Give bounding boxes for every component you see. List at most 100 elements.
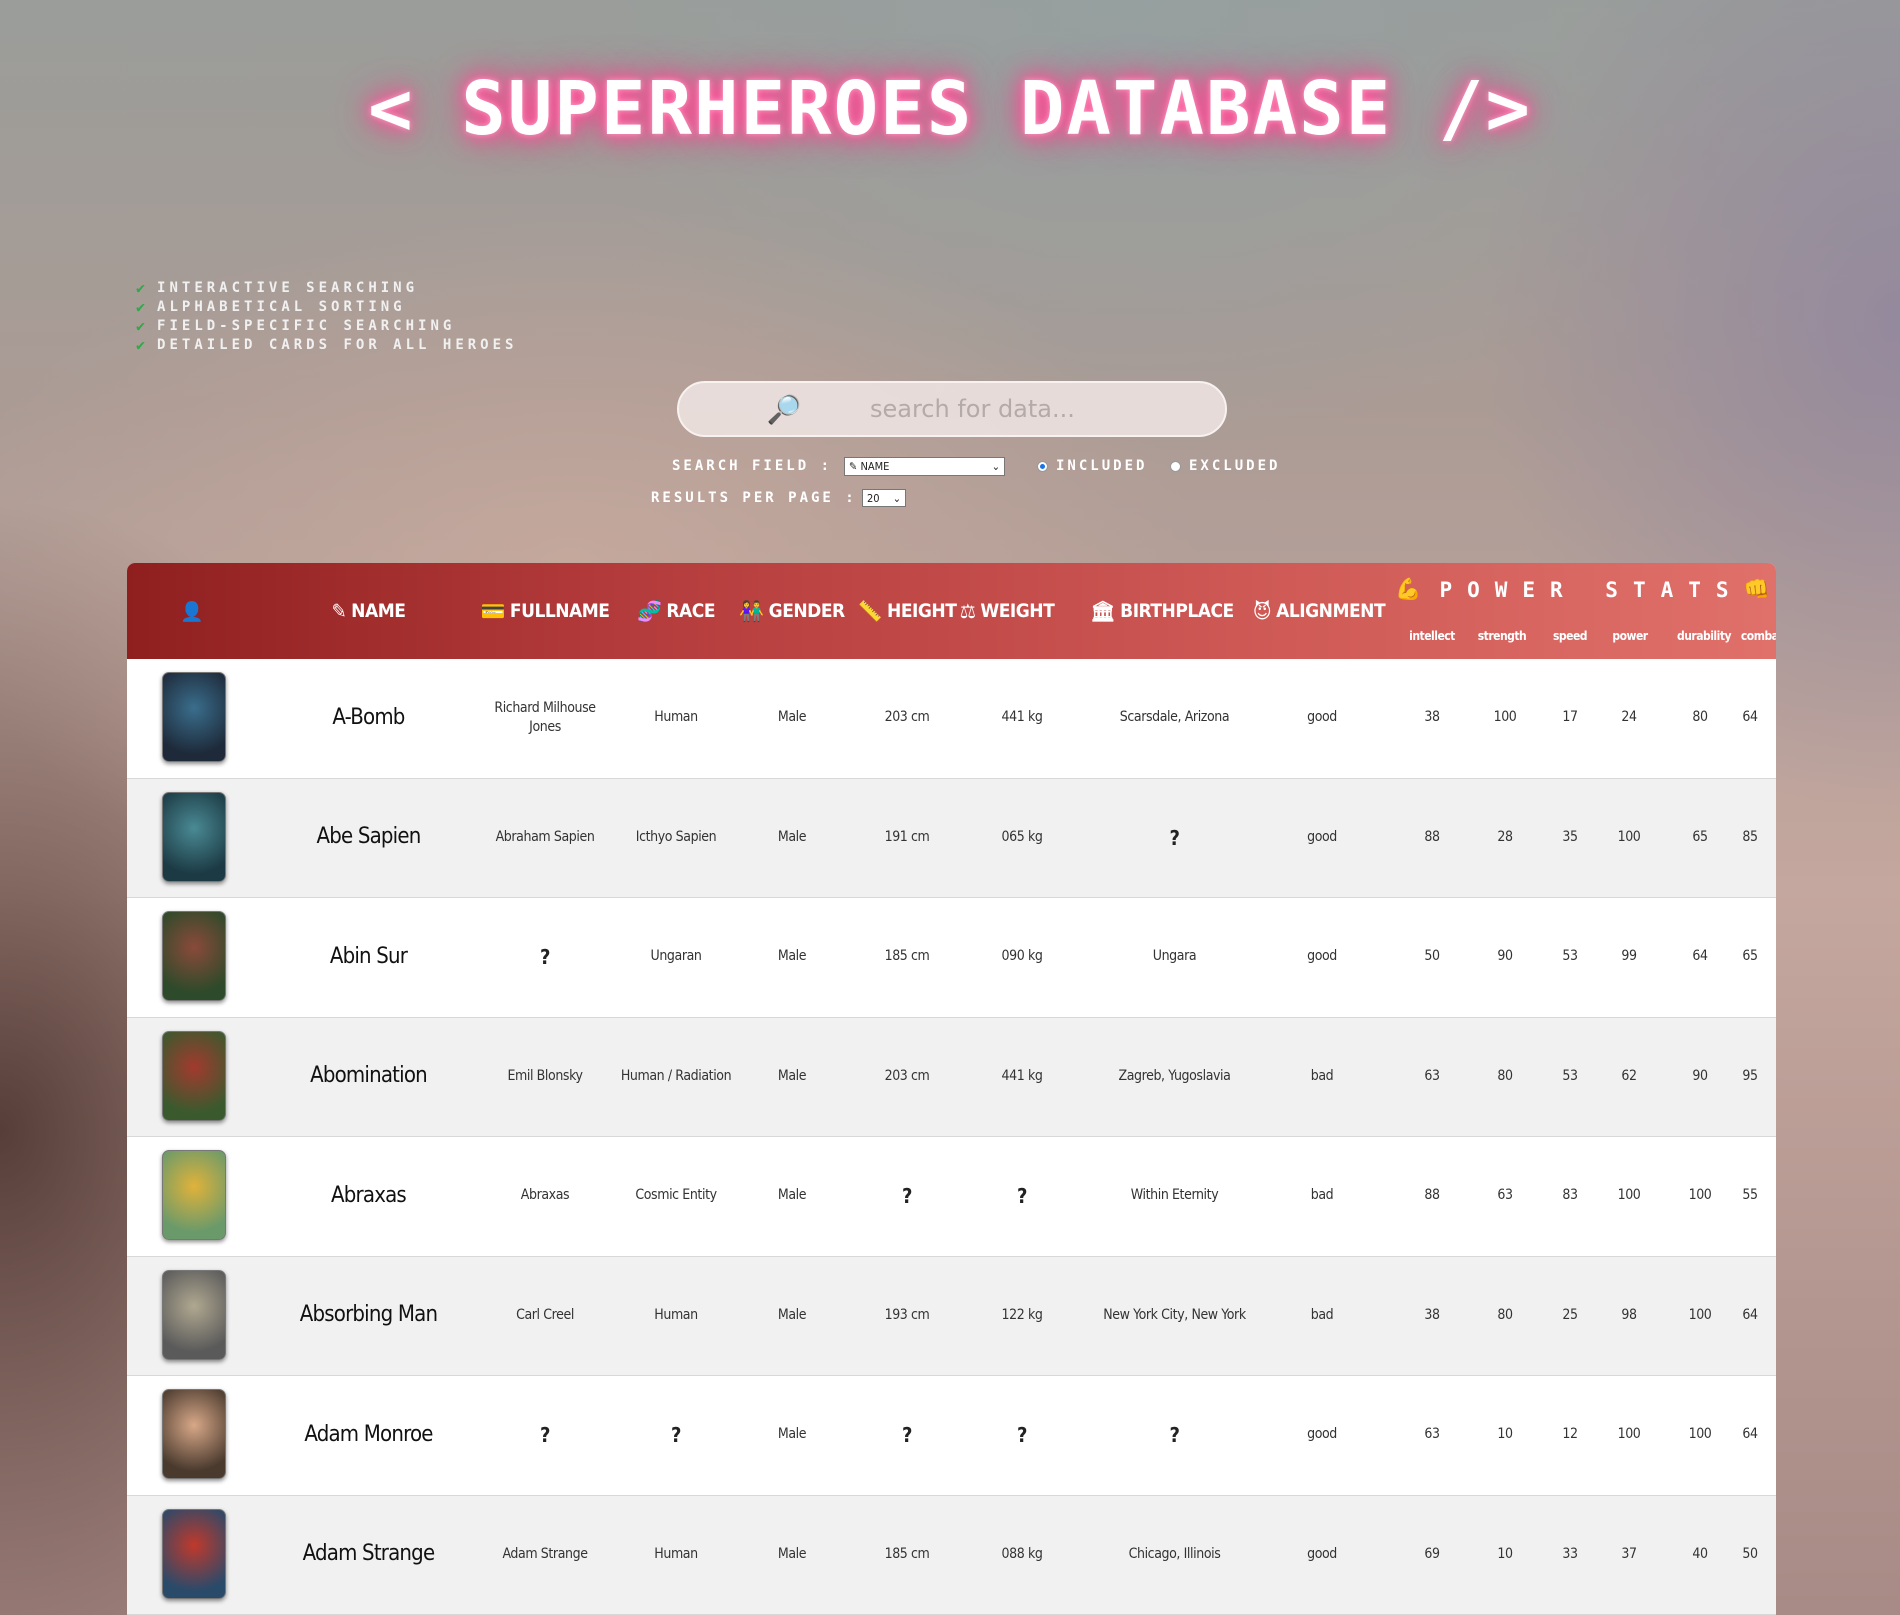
hero-avatar[interactable] xyxy=(162,911,226,1001)
hero-height: 185 cm xyxy=(884,1545,930,1562)
table-row[interactable]: Adam Monroe?? Male??? good 63 10 12 100 100 64 xyxy=(127,1376,1776,1496)
hero-race: ? xyxy=(670,1423,682,1448)
sort-fullname-header[interactable]: 💳 FULLNAME xyxy=(480,563,610,659)
pencil-icon: ✎ xyxy=(849,460,858,473)
search-input[interactable] xyxy=(807,395,1138,423)
hero-weight: 441 kg xyxy=(1001,1067,1043,1084)
hero-gender: Male xyxy=(777,1067,807,1084)
table-row[interactable]: Abomination Emil Blonsky Human / Radiation… xyxy=(127,1017,1776,1137)
sort-height-header[interactable]: 📏 HEIGHT xyxy=(842,563,972,659)
hero-avatar[interactable] xyxy=(162,1150,226,1240)
hero-alignment: good xyxy=(1307,948,1337,965)
hero-fullname: Richard Milhouse Jones xyxy=(494,699,596,736)
avatar-column-icon[interactable]: 👤 xyxy=(127,563,257,659)
hero-name: Adam Monroe xyxy=(304,1421,433,1447)
check-icon: ✔ xyxy=(136,278,146,297)
stat-combat: 95 xyxy=(1742,1067,1758,1084)
stat-speed: 83 xyxy=(1562,1187,1578,1204)
search-field-label: SEARCH FIELD : xyxy=(672,458,833,474)
chevron-down-icon: ⌄ xyxy=(991,460,1000,473)
stat-power: 100 xyxy=(1617,1426,1641,1443)
check-icon: ✔ xyxy=(136,335,146,354)
stat-strength: 80 xyxy=(1497,1306,1513,1323)
stat-intellect: 63 xyxy=(1424,1426,1440,1443)
sort-race-header[interactable]: 🧬 RACE xyxy=(610,563,742,659)
stat-speed: 12 xyxy=(1562,1426,1578,1443)
stat-speed: 53 xyxy=(1562,948,1578,965)
stat-speed: 25 xyxy=(1562,1306,1578,1323)
stat-combat: 64 xyxy=(1742,709,1758,726)
hero-weight: 441 kg xyxy=(1001,709,1043,726)
stat-combat: 64 xyxy=(1742,1306,1758,1323)
sort-gender-header[interactable]: 👫 GENDER xyxy=(739,563,845,659)
hero-height: 203 cm xyxy=(884,709,930,726)
hero-race: Cosmic Entity xyxy=(635,1187,717,1204)
id-card-icon: 💳 xyxy=(480,599,506,623)
scales-icon: ⚖ xyxy=(959,599,976,623)
table-row[interactable]: Adam Strange Adam Strange Human Male 185 cm 0… xyxy=(127,1495,1776,1615)
sort-name-header[interactable]: ✎ NAME xyxy=(257,563,480,659)
stat-power: 98 xyxy=(1621,1306,1637,1323)
heroes-table: 👤 ✎ NAME 💳 FULLNAME 🧬 RACE 👫 GENDER 📏 HEIGHT … xyxy=(127,563,1776,1615)
hero-alignment: good xyxy=(1307,828,1337,845)
hero-weight: ? xyxy=(1016,1423,1028,1448)
hero-race: Human xyxy=(654,1545,698,1562)
stat-intellect: 38 xyxy=(1424,1306,1440,1323)
hero-race: Icthyo Sapien xyxy=(635,828,717,845)
check-icon: ✔ xyxy=(136,297,146,316)
dna-icon: 🧬 xyxy=(636,599,662,623)
excluded-radio[interactable]: EXCLUDED xyxy=(1170,458,1280,474)
hero-name: A-Bomb xyxy=(332,704,405,730)
people-icon: 👫 xyxy=(739,599,764,623)
stat-speed: 33 xyxy=(1562,1545,1578,1562)
hero-avatar[interactable] xyxy=(162,1389,226,1479)
hero-fullname: Abraxas xyxy=(520,1187,570,1204)
hero-avatar[interactable] xyxy=(162,791,226,882)
hero-avatar[interactable] xyxy=(162,1508,226,1599)
stat-power: 24 xyxy=(1621,709,1637,726)
hero-race: Ungaran xyxy=(650,948,702,965)
table-row[interactable]: Absorbing Man Carl Creel Human Male 193 cm 12… xyxy=(127,1256,1776,1376)
table-row[interactable]: A-Bomb Richard Milhouse Jones Human Male 203… xyxy=(127,659,1776,779)
hero-avatar[interactable] xyxy=(162,1269,226,1360)
table-row[interactable]: Abraxas Abraxas Cosmic Entity Male?? Within … xyxy=(127,1137,1776,1257)
stat-strength: 100 xyxy=(1493,709,1517,726)
check-icon: ✔ xyxy=(136,316,146,335)
chevron-down-icon: ⌄ xyxy=(892,491,901,505)
stat-strength: 63 xyxy=(1497,1187,1513,1204)
hero-name: Abin Sur xyxy=(329,943,408,969)
table-row[interactable]: Abin Sur? Ungaran Male 185 cm 090 kg Ungara go… xyxy=(127,898,1776,1018)
hero-fullname: Adam Strange xyxy=(502,1545,588,1562)
hero-fullname: Carl Creel xyxy=(516,1306,574,1323)
results-per-page-select[interactable]: 20 ⌄ xyxy=(862,489,906,507)
stat-combat: 65 xyxy=(1742,948,1758,965)
sort-alignment-header[interactable]: 😈 ALIGNMENT xyxy=(1244,563,1394,659)
stat-power: 37 xyxy=(1621,1545,1637,1562)
hero-fullname: ? xyxy=(539,945,551,970)
stat-combat: 64 xyxy=(1742,1426,1758,1443)
hero-race: Human xyxy=(654,709,698,726)
stat-intellect: 88 xyxy=(1424,828,1440,845)
hero-gender: Male xyxy=(777,1545,807,1562)
hero-alignment: bad xyxy=(1310,1067,1334,1084)
hero-gender: Male xyxy=(777,1426,807,1443)
flexed-biceps-icon: 💪 xyxy=(1395,577,1422,601)
sort-combat-header[interactable]: combat xyxy=(1732,629,1776,643)
table-row[interactable]: Abe Sapien Abraham Sapien Icthyo Sapien Mal… xyxy=(127,778,1776,898)
hero-birthplace: New York City, New York xyxy=(1103,1306,1246,1323)
hero-birthplace: Scarsdale, Arizona xyxy=(1119,709,1230,726)
included-radio[interactable]: INCLUDED xyxy=(1037,458,1147,474)
stat-power: 62 xyxy=(1621,1067,1637,1084)
feature-item: ✔ FIELD-SPECIFIC SEARCHING xyxy=(136,316,456,335)
search-field-select[interactable]: ✎ NAME ⌄ xyxy=(844,457,1005,476)
hero-avatar[interactable] xyxy=(162,1030,226,1121)
power-stats-title: 💪 POWER STATS 👊 xyxy=(1395,577,1770,602)
hero-avatar[interactable] xyxy=(162,672,226,762)
sort-birthplace-header[interactable]: 🏛 BIRTHPLACE xyxy=(1071,563,1253,659)
hero-gender: Male xyxy=(777,709,807,726)
table-body: A-Bomb Richard Milhouse Jones Human Male 203… xyxy=(127,659,1776,1615)
search-box[interactable]: 🔎 xyxy=(677,381,1227,437)
sort-weight-header[interactable]: ⚖ WEIGHT xyxy=(957,563,1057,659)
hero-weight: 122 kg xyxy=(1001,1306,1043,1323)
hero-name: Abomination xyxy=(310,1063,428,1089)
